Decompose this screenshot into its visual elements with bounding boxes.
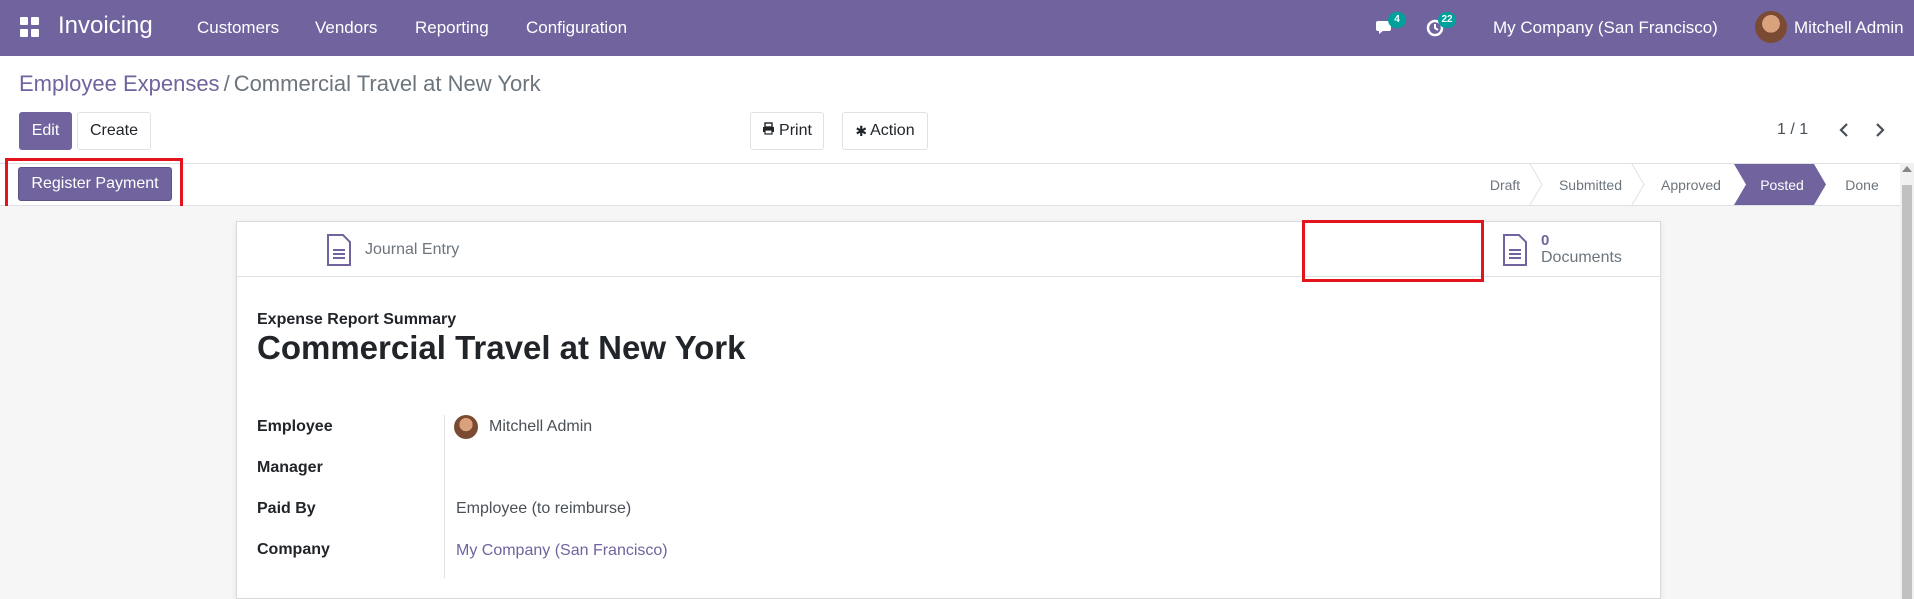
- menu-customers[interactable]: Customers: [197, 18, 279, 38]
- app-brand[interactable]: Invoicing: [58, 12, 153, 40]
- edit-button[interactable]: Edit: [19, 112, 72, 150]
- pager-value[interactable]: 1 / 1: [1777, 121, 1808, 139]
- scroll-up-arrow-icon[interactable]: [1902, 166, 1912, 172]
- gear-icon: ✱: [855, 122, 868, 139]
- employee-value[interactable]: Mitchell Admin: [489, 418, 592, 436]
- breadcrumb-separator: /: [223, 71, 230, 96]
- stage-submitted[interactable]: Submitted: [1543, 164, 1638, 205]
- stage-posted[interactable]: Posted: [1734, 164, 1826, 205]
- pager-previous-icon[interactable]: [1838, 121, 1850, 144]
- user-menu[interactable]: Mitchell Admin: [1794, 18, 1904, 38]
- form-subtitle: Expense Report Summary: [257, 311, 457, 328]
- menu-configuration[interactable]: Configuration: [526, 18, 627, 38]
- manager-label: Manager: [257, 459, 323, 476]
- breadcrumb-parent[interactable]: Employee Expenses: [19, 71, 220, 96]
- company-switcher[interactable]: My Company (San Francisco): [1493, 18, 1718, 38]
- scrollbar-thumb[interactable]: [1902, 185, 1912, 599]
- messages-badge: 4: [1388, 12, 1406, 28]
- activities-clock-icon[interactable]: 22: [1425, 12, 1456, 38]
- documents-count: 0: [1541, 231, 1550, 249]
- employee-avatar: [454, 415, 478, 439]
- breadcrumb: Employee Expenses / Commercial Travel at N…: [19, 71, 541, 97]
- print-icon: [762, 122, 775, 140]
- print-button[interactable]: Print: [750, 112, 824, 150]
- company-label: Company: [257, 541, 330, 558]
- stage-divider: [1631, 164, 1645, 205]
- stage-done[interactable]: Done: [1826, 164, 1898, 205]
- activities-badge: 22: [1438, 12, 1456, 28]
- register-payment-button[interactable]: Register Payment: [18, 167, 172, 201]
- messages-icon[interactable]: 4: [1375, 12, 1406, 38]
- print-label: Print: [779, 122, 812, 139]
- stage-draft[interactable]: Draft: [1474, 164, 1536, 205]
- menu-vendors[interactable]: Vendors: [315, 18, 377, 38]
- journal-entry-highlight: [1302, 220, 1484, 282]
- journal-entry-smart-button[interactable]: Journal Entry: [325, 222, 505, 277]
- paid-by-value[interactable]: Employee (to reimburse): [456, 500, 631, 518]
- document-icon: [327, 233, 351, 266]
- form-title: Commercial Travel at New York: [257, 329, 746, 366]
- menu-reporting[interactable]: Reporting: [415, 18, 489, 38]
- apps-menu-icon[interactable]: [20, 17, 40, 37]
- action-label: Action: [870, 122, 915, 139]
- scrollbar[interactable]: [1900, 163, 1914, 599]
- document-icon: [1503, 233, 1527, 266]
- stage-divider: [1529, 164, 1543, 205]
- documents-smart-button[interactable]: 0 Documents: [1501, 222, 1641, 277]
- paid-by-label: Paid By: [257, 500, 316, 517]
- action-button[interactable]: ✱ Action: [842, 112, 928, 150]
- pager-next-icon[interactable]: [1874, 121, 1886, 144]
- company-value[interactable]: My Company (San Francisco): [456, 542, 668, 560]
- create-button[interactable]: Create: [77, 112, 151, 150]
- employee-label: Employee: [257, 418, 333, 435]
- top-navbar: Invoicing Customers Vendors Reporting Co…: [0, 0, 1914, 56]
- journal-entry-label: Journal Entry: [365, 240, 460, 258]
- stage-approved[interactable]: Approved: [1645, 164, 1737, 205]
- field-divider: [444, 415, 445, 578]
- breadcrumb-current: Commercial Travel at New York: [233, 71, 541, 96]
- documents-label: Documents: [1541, 248, 1622, 266]
- user-avatar[interactable]: [1755, 11, 1787, 43]
